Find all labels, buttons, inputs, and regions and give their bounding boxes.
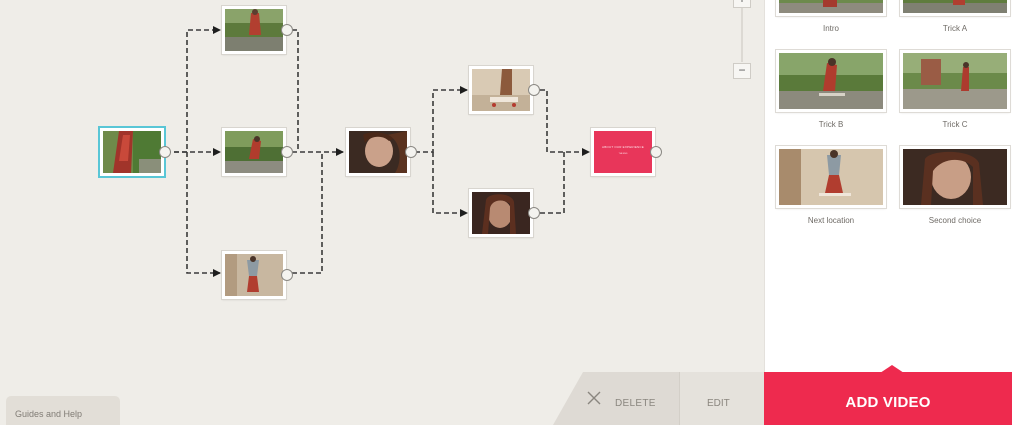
video-node-next-location[interactable] [346, 128, 417, 176]
library-thumbnail-frame [776, 0, 886, 16]
video-node-trick-middle[interactable] [222, 128, 293, 176]
video-thumbnail [779, 149, 883, 205]
link-start-top [166, 26, 221, 153]
video-node-end-card[interactable]: ABOUT OUR EXPERIENCE THE END [591, 128, 662, 176]
video-thumbnail [779, 0, 883, 13]
close-icon [587, 391, 601, 405]
link-start-bottom [186, 152, 221, 277]
edit-label: EDIT [707, 398, 730, 409]
library-thumbnail-frame [776, 50, 886, 112]
end-card-subtitle: THE END [618, 153, 628, 155]
video-thumbnail [903, 0, 1007, 13]
end-card-title: ABOUT OUR EXPERIENCE [602, 145, 644, 149]
zoom-slider-track[interactable] [741, 0, 743, 62]
link-top-middle [292, 29, 299, 152]
video-thumbnail [472, 192, 530, 234]
video-thumbnail [903, 53, 1007, 109]
library-thumbnail-frame [900, 146, 1010, 208]
video-node-upper-choice[interactable] [469, 66, 540, 114]
node-connector[interactable] [528, 207, 540, 219]
zoom-out-button[interactable]: − [733, 63, 751, 79]
library-item-next-location[interactable]: Next location [776, 146, 886, 225]
story-canvas[interactable]: ABOUT OUR EXPERIENCE THE END + − Guides … [0, 0, 764, 425]
video-node-trick-bottom[interactable] [222, 251, 293, 299]
video-node-start[interactable] [100, 128, 171, 176]
video-thumbnail [225, 254, 283, 296]
library-item-caption: Intro [822, 24, 839, 33]
video-thumbnail [225, 131, 283, 173]
video-thumbnail [903, 149, 1007, 205]
library-thumbnail-frame [776, 146, 886, 208]
add-video-button[interactable]: ADD VIDEO [764, 365, 1012, 425]
library-item-trick-c[interactable]: Trick C [900, 50, 1010, 129]
link-upper-end [540, 89, 590, 156]
library-item-caption: Trick B [818, 120, 844, 129]
video-node-trick-top[interactable] [222, 6, 293, 54]
flow-connections [166, 26, 590, 277]
node-connector[interactable] [281, 24, 293, 36]
library-item-trick-a[interactable]: Trick A [900, 0, 1010, 33]
video-thumbnail [779, 53, 883, 109]
link-middle-upper [415, 86, 468, 153]
video-node-lower-choice[interactable] [469, 189, 540, 237]
node-connector[interactable] [405, 146, 417, 158]
library-thumbnail-frame [900, 50, 1010, 112]
link-middle-lower [432, 152, 468, 217]
library-item-trick-b[interactable]: Trick B [776, 50, 886, 129]
link-lower-end [540, 152, 565, 214]
video-thumbnail [103, 131, 161, 173]
node-connector[interactable] [159, 146, 171, 158]
video-thumbnail [225, 9, 283, 51]
library-thumbnail-frame [900, 0, 1010, 16]
library-item-caption: Second choice [928, 216, 982, 225]
guides-and-help-tab[interactable]: Guides and Help [6, 396, 120, 425]
video-library-panel: Intro Trick A Trick B Trick C Next locat… [764, 0, 1012, 372]
node-connector[interactable] [281, 269, 293, 281]
library-item-intro[interactable]: Intro [776, 0, 886, 33]
add-video-label: ADD VIDEO [845, 394, 931, 411]
end-card-thumbnail: ABOUT OUR EXPERIENCE THE END [594, 131, 652, 173]
node-connector[interactable] [650, 146, 662, 158]
node-connector[interactable] [528, 84, 540, 96]
library-item-caption: Trick A [942, 24, 968, 33]
zoom-in-button[interactable]: + [733, 0, 751, 8]
video-thumbnail [349, 131, 407, 173]
library-item-caption: Trick C [942, 120, 968, 129]
library-item-caption: Next location [807, 216, 855, 225]
add-video-notch [880, 365, 904, 373]
edit-button[interactable]: EDIT [679, 372, 764, 425]
delete-label: DELETE [615, 398, 656, 409]
video-thumbnail [472, 69, 530, 111]
node-connector[interactable] [281, 146, 293, 158]
library-item-second-choice[interactable]: Second choice [900, 146, 1010, 225]
link-bottom-middle [292, 152, 323, 274]
